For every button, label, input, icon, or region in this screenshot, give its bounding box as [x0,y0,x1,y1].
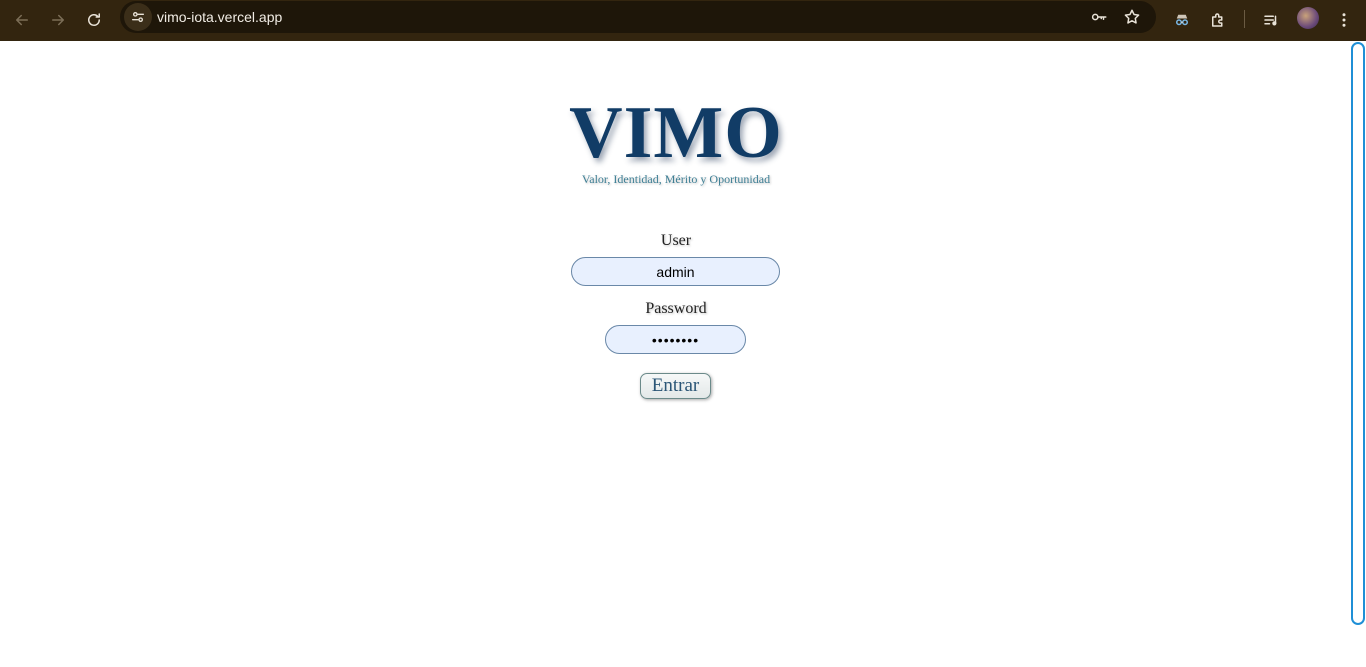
app-tagline: Valor, Identidad, Mérito y Oportunidad [581,172,771,186]
page-scrollbar[interactable] [1351,42,1365,625]
extensions-button[interactable] [1204,6,1232,34]
incognito-button[interactable] [1168,6,1196,34]
user-input[interactable] [571,257,780,286]
more-vert-icon [1342,13,1346,27]
address-bar[interactable]: vimo-iota.vercel.app [120,1,1156,33]
url-text[interactable]: vimo-iota.vercel.app [157,9,282,25]
key-icon [1091,13,1107,21]
app-logo-title: VIMO [569,92,783,174]
password-label: Password [645,300,707,317]
bookmark-button[interactable] [1121,6,1143,28]
puzzle-icon [1212,13,1223,27]
arrow-right-icon [52,14,64,26]
forward-button[interactable] [44,6,72,34]
toolbar-divider [1244,10,1245,28]
tune-icon [132,12,144,22]
login-submit-button[interactable]: Entrar [640,373,711,399]
reload-icon [88,13,100,26]
password-manager-button[interactable] [1088,6,1110,28]
password-input[interactable] [605,325,746,354]
browser-toolbar: vimo-iota.vercel.app [0,0,1366,41]
media-queue-button[interactable] [1257,6,1285,34]
reload-button[interactable] [80,6,108,34]
page-content: VIMO Valor, Identidad, Mérito y Oportuni… [0,41,1366,667]
profile-avatar[interactable] [1297,7,1319,29]
media-queue-icon [1264,15,1277,26]
browser-menu-button[interactable] [1330,6,1358,34]
user-label: User [660,232,692,249]
arrow-left-icon [16,14,28,26]
incognito-icon [1176,14,1188,26]
star-icon [1124,9,1140,24]
back-button[interactable] [8,6,36,34]
site-info-button[interactable] [124,3,152,31]
